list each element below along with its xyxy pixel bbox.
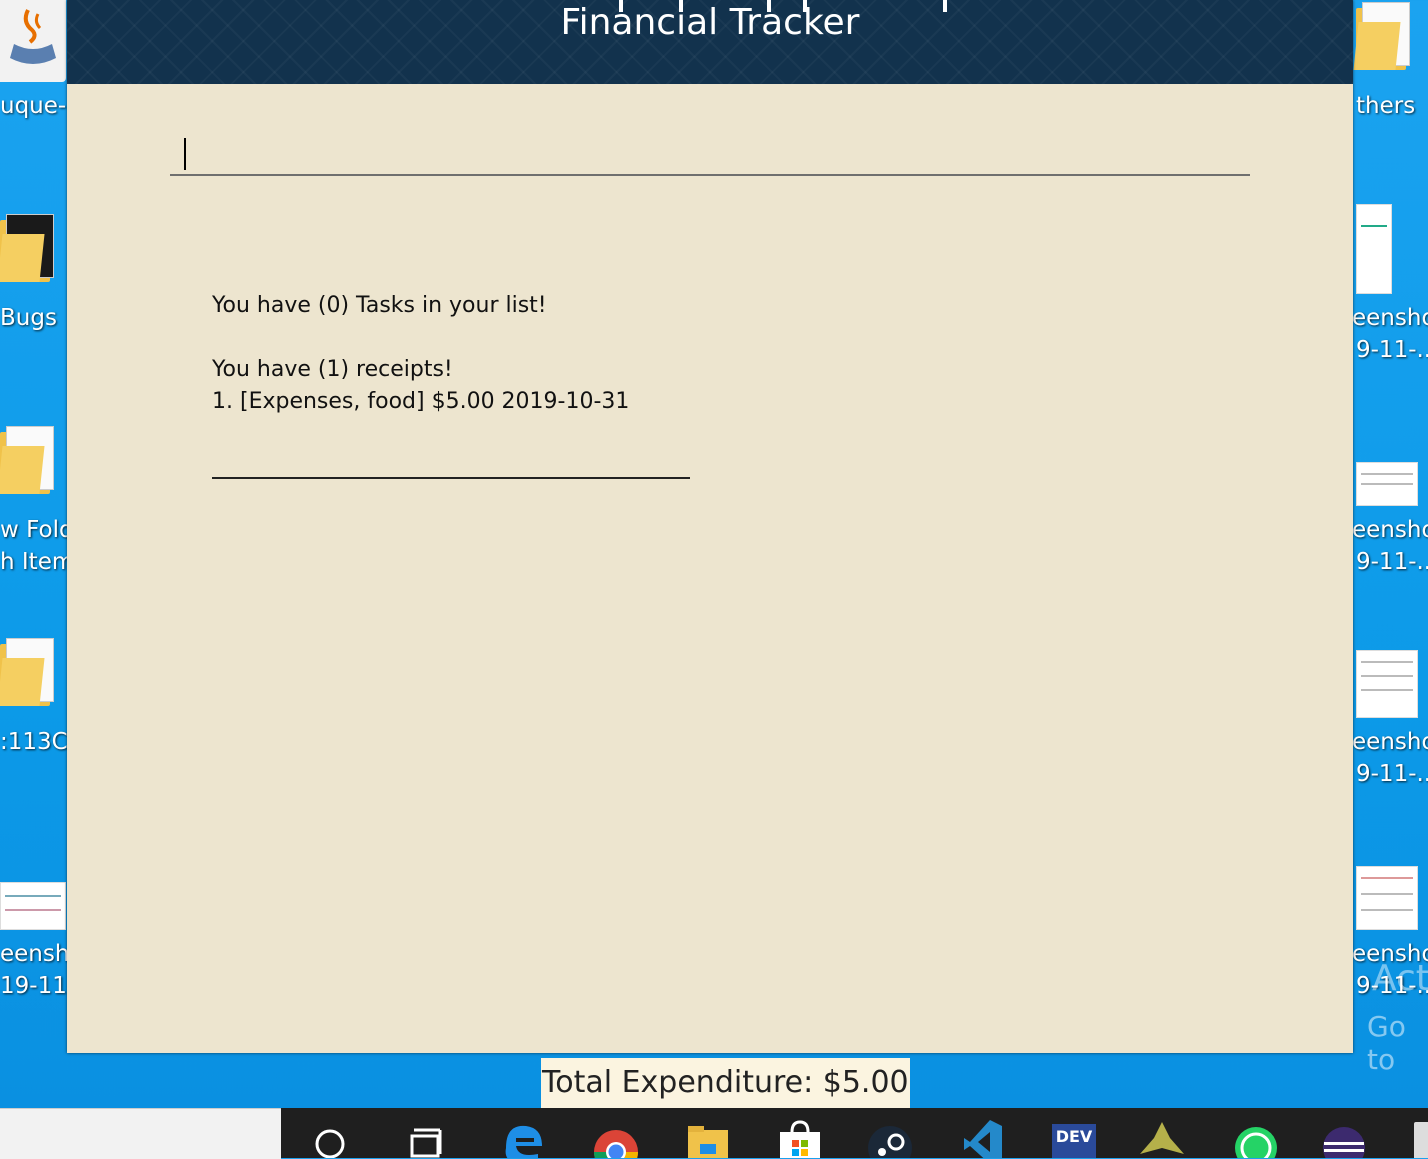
show-desktop-button[interactable] bbox=[1414, 1122, 1428, 1158]
desktop-label-r6: eenshot bbox=[1352, 729, 1428, 755]
screenshot-thumbnail[interactable] bbox=[0, 882, 66, 930]
desktop-label-2: Bugs bbox=[0, 305, 57, 331]
whatsapp-icon[interactable] bbox=[1234, 1118, 1278, 1158]
desktop-label-r7: 9-11-... bbox=[1356, 761, 1428, 787]
receipt-item: 1. [Expenses, food] $5.00 2019-10-31 bbox=[212, 389, 630, 414]
output-display: You have (0) Tasks in your list! ​ You h… bbox=[212, 290, 629, 418]
screenshot-thumbnail[interactable] bbox=[1356, 204, 1392, 294]
desktop-label-r1: thers bbox=[1356, 93, 1416, 119]
store-icon[interactable] bbox=[778, 1118, 822, 1158]
output-separator bbox=[212, 477, 690, 479]
text-caret bbox=[184, 138, 186, 170]
java-cup-icon bbox=[10, 9, 56, 64]
receipts-count-text: You have (1) receipts! bbox=[212, 357, 453, 382]
app-title: Financial Tracker bbox=[560, 2, 860, 43]
task-view-icon[interactable] bbox=[404, 1118, 448, 1158]
vscode-icon[interactable] bbox=[960, 1118, 1004, 1158]
app-window: Financial Tracker You have (0) Tasks in … bbox=[67, 0, 1353, 1053]
command-input[interactable] bbox=[170, 128, 1250, 176]
desktop-label-r4: eenshot bbox=[1352, 517, 1428, 543]
tasks-count-text: You have (0) Tasks in your list! bbox=[212, 293, 547, 318]
java-icon[interactable] bbox=[0, 0, 66, 82]
taskbar: DEV bbox=[0, 1108, 1428, 1159]
file-explorer-icon[interactable] bbox=[686, 1118, 730, 1158]
app-icon[interactable] bbox=[1140, 1118, 1184, 1158]
desktop-label-r3: 9-11-... bbox=[1356, 337, 1428, 363]
folder-icon[interactable] bbox=[0, 424, 58, 494]
folder-icon[interactable] bbox=[0, 636, 58, 706]
total-expenditure-label: Total Expenditure: $5.00 bbox=[541, 1058, 910, 1108]
screenshot-thumbnail[interactable] bbox=[1356, 650, 1418, 718]
folder-icon[interactable] bbox=[0, 212, 58, 282]
blank-line: ​ bbox=[212, 322, 629, 354]
folder-icon[interactable] bbox=[1353, 0, 1414, 70]
devcpp-icon[interactable]: DEV bbox=[1052, 1118, 1096, 1158]
app-header: Financial Tracker bbox=[67, 0, 1353, 84]
search-icon[interactable] bbox=[308, 1118, 352, 1158]
screenshot-thumbnail[interactable] bbox=[1356, 866, 1418, 930]
svg-text:DEV: DEV bbox=[1056, 1127, 1093, 1146]
activation-watermark-sub: Go to bbox=[1367, 1010, 1406, 1076]
taskbar-search-box[interactable] bbox=[0, 1108, 281, 1159]
desktop-label-r2: eenshot bbox=[1352, 305, 1428, 331]
eclipse-icon[interactable] bbox=[1322, 1118, 1366, 1158]
chrome-icon[interactable] bbox=[594, 1118, 638, 1158]
desktop-label-r5: 9-11-... bbox=[1356, 549, 1428, 575]
activation-watermark: Act bbox=[1372, 958, 1428, 999]
edge-icon[interactable] bbox=[502, 1118, 546, 1158]
desktop-label-4: h Item bbox=[0, 549, 75, 575]
steam-icon[interactable] bbox=[868, 1118, 912, 1158]
screenshot-thumbnail[interactable] bbox=[1356, 462, 1418, 506]
desktop-label-7: 19-11- bbox=[0, 973, 76, 999]
